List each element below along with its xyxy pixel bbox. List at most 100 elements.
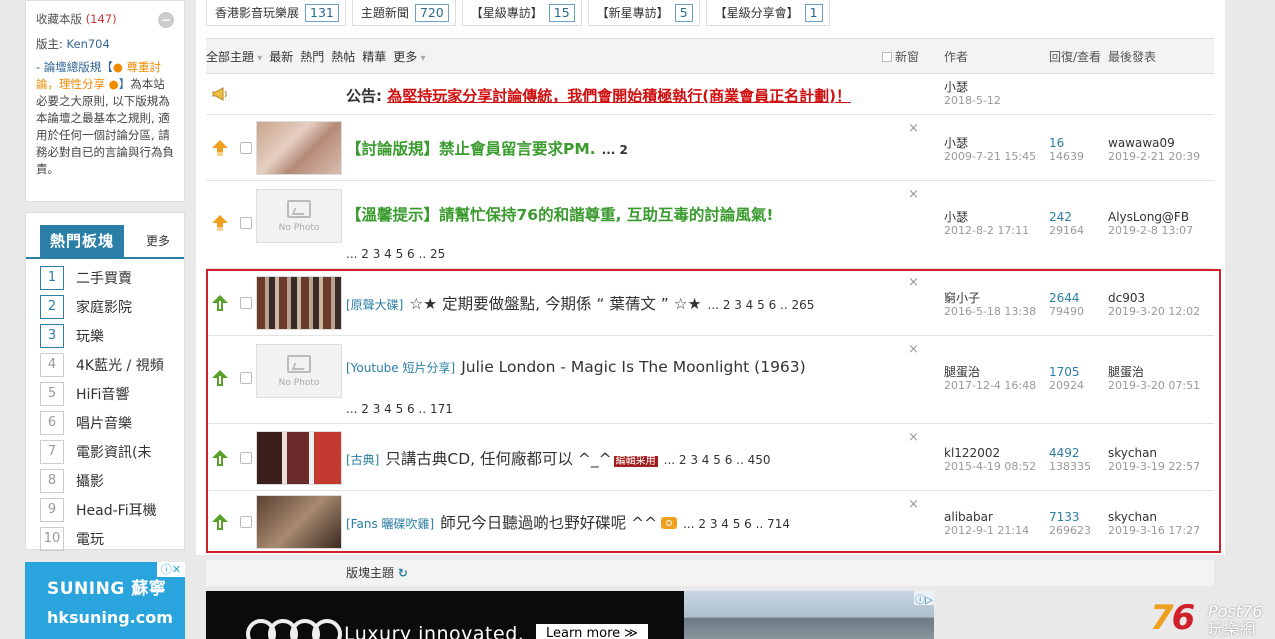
thread-select-checkbox[interactable]	[240, 372, 252, 384]
hot-board-item[interactable]: 4 4K藍光 / 視頻	[40, 350, 170, 379]
thread-select-checkbox[interactable]	[240, 452, 252, 464]
thread-thumbnail[interactable]	[256, 495, 342, 549]
ad-close-icon[interactable]: ⓘ✕	[157, 562, 185, 577]
filter-heat[interactable]: 熱帖	[331, 48, 355, 65]
last-post-date[interactable]: 2019-2-21 20:39	[1108, 150, 1200, 163]
reply-count[interactable]: 16	[1049, 137, 1084, 150]
hot-board-item[interactable]: 6 唱片音樂	[40, 408, 170, 437]
thread-row: [古典] 只講古典CD, 任何廠都可以 ^_^ 編輯采用 ... 2 3 4 5 6 …	[206, 424, 1214, 491]
page-links[interactable]: ... 2 3 4 5 6 .. 450	[664, 453, 771, 467]
author-name[interactable]: alibabar	[944, 511, 1029, 524]
rules-link[interactable]: 論壇總版規【	[44, 60, 113, 74]
audi-banner-ad[interactable]: Luxury innovated. Learn more ≫ ⓘ▷	[206, 591, 934, 639]
new-window-checkbox[interactable]	[882, 51, 892, 62]
category-tab[interactable]: 【新星專訪】 5	[587, 0, 700, 26]
more-link[interactable]: 更多	[146, 232, 170, 257]
thread-title-link[interactable]: 【溫馨提示】請幫忙保持76的和諧尊重, 互助互毒的討論風氣!	[346, 206, 773, 224]
thread-category[interactable]: [Youtube 短片分享]	[346, 361, 455, 375]
hot-board-label: 電玩	[76, 531, 104, 548]
no-photo-thumbnail[interactable]: No Photo	[256, 189, 342, 243]
close-icon[interactable]: ×	[908, 430, 919, 445]
thread-title-link[interactable]: ☆★ 定期要做盤點, 今期係 “ 葉蒨文 ” ☆★	[409, 295, 701, 313]
hot-board-item[interactable]: 3 玩樂	[40, 321, 170, 350]
page-links[interactable]: ... 2 3 4 5 6 .. 171	[346, 402, 453, 416]
close-icon[interactable]: ×	[908, 497, 919, 512]
last-post-user[interactable]: dc903	[1108, 292, 1200, 305]
thread-select-checkbox[interactable]	[240, 297, 252, 309]
last-post-user[interactable]: wawawa09	[1108, 137, 1200, 150]
page-links[interactable]: ... 2 3 4 5 6 .. 714	[683, 517, 790, 531]
rank-number: 1	[40, 265, 64, 290]
filter-more[interactable]: 更多	[393, 48, 425, 65]
last-post-user[interactable]: skychan	[1108, 447, 1200, 460]
category-tab[interactable]: 【星級專訪】 15	[461, 0, 582, 26]
column-last-post: 最後發表	[1108, 49, 1157, 64]
hot-board-item[interactable]: 7 電影資訊(未	[40, 437, 170, 466]
thread-title-link[interactable]: 只講古典CD, 任何廠都可以 ^_^	[385, 450, 611, 468]
thread-category[interactable]: [Fans 曬碟吹雞]	[346, 517, 434, 531]
thread-author: 窮小子 2016-5-18 13:38	[944, 292, 1036, 319]
last-post-user[interactable]: 腿蛋治	[1108, 366, 1200, 379]
last-post-date[interactable]: 2019-3-16 17:27	[1108, 524, 1200, 537]
thread-author: 小瑟 2012-8-2 17:11	[944, 211, 1029, 238]
hot-board-item[interactable]: 5 HiFi音響	[40, 379, 170, 408]
announcement-link[interactable]: 為堅持玩家分享討論傳統，我們會開始積極執行(商業會員正名計劃)！	[387, 87, 851, 105]
hot-board-item[interactable]: 10 電玩	[40, 524, 170, 553]
learn-more-button[interactable]: Learn more ≫	[536, 624, 648, 639]
no-photo-thumbnail[interactable]: No Photo	[256, 344, 342, 398]
close-icon[interactable]: ×	[908, 121, 919, 136]
last-post-date[interactable]: 2019-3-20 12:02	[1108, 305, 1200, 318]
remove-icon[interactable]: −	[158, 11, 174, 28]
category-tab[interactable]: 香港影音玩樂展 131	[206, 0, 346, 26]
close-icon[interactable]: ×	[908, 187, 919, 202]
reply-count[interactable]: 242	[1049, 211, 1084, 224]
author-name[interactable]: 小瑟	[944, 211, 1029, 224]
thread-author: 小瑟 2009-7-21 15:45	[944, 137, 1036, 164]
new-window-toggle[interactable]: 新窗	[882, 48, 919, 65]
author-name[interactable]: 小瑟	[944, 137, 1036, 150]
author-name[interactable]: kl122002	[944, 447, 1036, 460]
thread-thumbnail[interactable]	[256, 431, 342, 485]
author-name[interactable]: 腿蛋治	[944, 366, 1036, 379]
thread-thumbnail[interactable]	[256, 121, 342, 175]
hot-board-item[interactable]: 2 家庭影院	[40, 292, 170, 321]
thread-title-link[interactable]: 【討論版規】禁止會員留言要求PM.	[346, 140, 596, 158]
last-post-user[interactable]: skychan	[1108, 511, 1200, 524]
reply-count[interactable]: 7133	[1049, 511, 1091, 524]
moderator-link[interactable]: Ken704	[67, 37, 110, 51]
hot-board-item[interactable]: 1 二手買賣	[40, 263, 170, 292]
thread-select-checkbox[interactable]	[240, 217, 252, 229]
page-links[interactable]: ... 2	[602, 143, 628, 157]
last-post-date[interactable]: 2019-3-19 22:57	[1108, 460, 1200, 473]
ad-info-icon[interactable]: ⓘ▷	[914, 591, 934, 606]
thread-select-checkbox[interactable]	[240, 516, 252, 528]
close-icon[interactable]: ×	[908, 275, 919, 290]
thread-thumbnail[interactable]	[256, 276, 342, 330]
thread-category[interactable]: [古典]	[346, 453, 379, 467]
favorite-link[interactable]: 收藏本版 (147)	[36, 11, 117, 28]
thread-title-link[interactable]: Julie London - Magic Is The Moonlight (1…	[461, 358, 806, 376]
category-tab[interactable]: 【星級分享會】 1	[705, 0, 830, 26]
category-tab[interactable]: 主題新聞 720	[351, 0, 456, 26]
filter-newest[interactable]: 最新	[269, 48, 293, 65]
thread-select-checkbox[interactable]	[240, 142, 252, 154]
last-post-user[interactable]: AlysLong@FB	[1108, 211, 1193, 224]
filter-digest[interactable]: 精華	[362, 48, 386, 65]
hot-board-item[interactable]: 9 Head-Fi耳機	[40, 495, 170, 524]
hot-board-item[interactable]: 8 攝影	[40, 466, 170, 495]
page-links[interactable]: ... 2 3 4 5 6 .. 265	[708, 298, 815, 312]
thread-category[interactable]: [原聲大碟]	[346, 298, 403, 312]
reply-count[interactable]: 4492	[1049, 447, 1091, 460]
thread-title-link[interactable]: 師兄今日聽過啲乜野好碟呢 ^^	[440, 514, 657, 532]
refresh-icon[interactable]: ↻	[398, 566, 408, 580]
filter-hot[interactable]: 熱門	[300, 48, 324, 65]
page-links[interactable]: ... 2 3 4 5 6 .. 25	[346, 247, 445, 261]
close-icon[interactable]: ×	[908, 342, 919, 357]
reply-count[interactable]: 2644	[1049, 292, 1084, 305]
reply-count[interactable]: 1705	[1049, 366, 1084, 379]
filter-all[interactable]: 全部主題	[206, 48, 262, 65]
last-post-date[interactable]: 2019-2-8 13:07	[1108, 224, 1193, 237]
last-post-date[interactable]: 2019-3-20 07:51	[1108, 379, 1200, 392]
suning-ad[interactable]: SUNING 蘇寧 hksuning.com ⓘ✕	[25, 562, 185, 639]
author-name[interactable]: 窮小子	[944, 292, 1036, 305]
